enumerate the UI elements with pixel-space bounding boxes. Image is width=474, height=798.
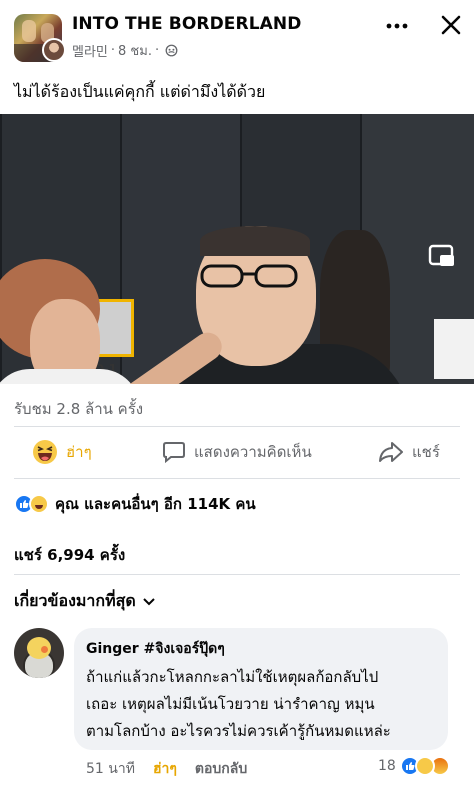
haha-reaction-button[interactable]: ฮ่าๆ — [32, 432, 92, 472]
share-arrow-icon — [379, 442, 403, 462]
comment-button[interactable]: แสดงความคิดเห็น — [162, 432, 312, 472]
comment-time[interactable]: 51 นาที — [86, 758, 135, 780]
post-meta: 멜라민 · 8 ชม. · — [72, 40, 178, 61]
meta-separator-2: · — [154, 43, 160, 58]
wall-sign — [434, 319, 474, 379]
reply-button[interactable]: ตอบกลับ — [195, 758, 247, 780]
comment-meta: 51 นาที ฮ่าๆ ตอบกลับ — [86, 758, 247, 780]
share-count[interactable]: แชร์ 6,994 ครั้ง — [14, 543, 125, 567]
video-player[interactable]: UDIO 1 — [0, 114, 474, 384]
more-dots-icon — [386, 23, 408, 29]
author-avatar[interactable] — [42, 38, 66, 62]
divider — [14, 426, 460, 427]
action-bar: ฮ่าๆ แสดงความคิดเห็น แชร์ — [0, 432, 474, 472]
comment-bubble-icon — [163, 442, 185, 464]
commenter-name[interactable]: Ginger #จิงเจอร์ปุ๊ดๆ — [86, 638, 436, 660]
post-header: INTO THE BORDERLAND 멜라민 · 8 ชม. · — [0, 0, 474, 70]
comment-text: ถ้าแก่แล้วกะโหลกกะลาไม่ใช้เหตุผลก้อกลับไ… — [86, 668, 391, 740]
reactions-text: คุณ และคนอื่นๆ อีก 114K คน — [55, 495, 256, 513]
comment-reaction-count: 18 — [378, 758, 396, 774]
view-count: รับชม 2.8 ล้าน ครั้ง — [14, 400, 144, 418]
post-caption: ไม่ได้ร้องเป็นแค่คุกกี้ แต่ด่ามึงได้ด้วย — [14, 82, 266, 101]
haha-reaction-icon — [414, 756, 435, 776]
haha-reaction-icon — [29, 494, 49, 514]
author-name[interactable]: 멜라민 — [72, 41, 108, 60]
divider-3 — [14, 574, 460, 575]
share-button[interactable]: แชร์ — [378, 432, 440, 472]
reactions-summary[interactable]: คุณ และคนอื่นๆ อีก 114K คน — [14, 492, 256, 516]
glasses-shape — [200, 264, 298, 288]
comment-haha-button[interactable]: ฮ่าๆ — [153, 758, 177, 780]
divider-2 — [14, 478, 460, 479]
group-name[interactable]: INTO THE BORDERLAND — [72, 14, 301, 34]
picture-in-picture-icon[interactable] — [428, 244, 456, 270]
close-button[interactable] — [436, 10, 466, 40]
close-icon — [441, 15, 461, 35]
meta-separator: · — [110, 43, 116, 58]
haha-label: ฮ่าๆ — [66, 443, 92, 461]
comment-reactions[interactable]: 18 — [378, 756, 450, 776]
chevron-down-icon — [143, 597, 155, 605]
more-options-button[interactable] — [382, 12, 412, 40]
comment-sort-dropdown[interactable]: เกี่ยวข้องมากที่สุด — [14, 589, 156, 614]
sort-label: เกี่ยวข้องมากที่สุด — [14, 591, 136, 610]
comment-bubble: Ginger #จิงเจอร์ปุ๊ดๆ ถ้าแก่แล้วกะโหลกกะ… — [74, 628, 448, 750]
post-time[interactable]: 8 ชม. — [118, 40, 152, 61]
share-label: แชร์ — [412, 443, 440, 461]
comment-label: แสดงความคิดเห็น — [194, 443, 312, 461]
haha-emoji-icon — [33, 440, 57, 464]
group-privacy-icon — [165, 44, 178, 57]
commenter-avatar[interactable] — [14, 628, 64, 678]
